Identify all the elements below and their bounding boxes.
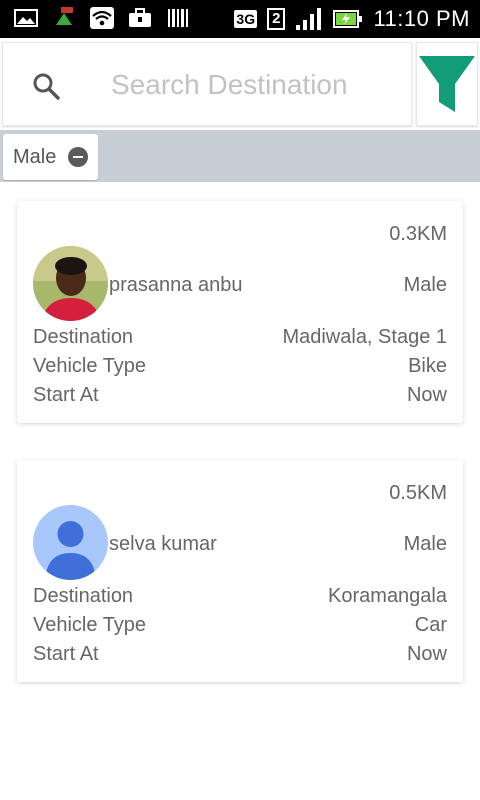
vehicle-type-row: Vehicle Type Bike (33, 355, 447, 381)
row-label: Start At (33, 643, 99, 665)
active-filters-bar: Male (0, 130, 480, 182)
start-at-row: Start At Now (33, 384, 447, 410)
row-label: Vehicle Type (33, 355, 147, 377)
sim-slot-badge: 2 (267, 8, 286, 30)
vehicle-type-row: Vehicle Type Car (33, 614, 447, 640)
filter-chip-label: Male (13, 145, 57, 168)
rider-gender: Male (403, 274, 447, 296)
gallery-icon (14, 9, 38, 27)
avatar (33, 246, 108, 321)
rider-card[interactable]: 0.3KM prasanna anbu Male Destination Mad… (17, 201, 463, 423)
battery-charging-icon (333, 10, 363, 28)
briefcase-icon (129, 8, 151, 27)
row-value: Now (406, 384, 447, 406)
distance-label: 0.5KM (389, 482, 447, 504)
network-type-badge: 3G (234, 10, 258, 28)
search-box[interactable] (2, 42, 412, 126)
start-at-row: Start At Now (33, 643, 447, 669)
barcode-icon (168, 9, 188, 27)
destination-row: Destination Madiwala, Stage 1 (33, 326, 447, 352)
row-value: Bike (408, 355, 447, 377)
filter-chip-male[interactable]: Male (3, 134, 99, 180)
rider-gender: Male (403, 533, 447, 555)
row-label: Destination (33, 326, 134, 348)
row-value: Car (414, 614, 447, 636)
rider-card[interactable]: 0.5KM selva kumar Male Destination Koram… (17, 460, 463, 682)
remove-filter-icon[interactable] (68, 147, 89, 167)
rider-name: selva kumar (109, 533, 217, 555)
row-label: Destination (33, 585, 134, 607)
rider-name: prasanna anbu (109, 274, 243, 296)
search-bar (0, 38, 480, 130)
row-label: Start At (33, 384, 99, 406)
distance-label: 0.3KM (389, 223, 447, 245)
destination-row: Destination Koramangala (33, 585, 447, 611)
search-input[interactable] (111, 67, 401, 103)
signal-icon (296, 8, 322, 30)
filter-icon (419, 56, 475, 112)
row-value: Madiwala, Stage 1 (282, 326, 447, 348)
row-label: Vehicle Type (33, 614, 147, 636)
avatar (33, 505, 108, 580)
row-value: Now (406, 643, 447, 665)
row-value: Koramangala (328, 585, 447, 607)
status-time: 11:10 PM (373, 6, 470, 31)
status-bar: 3G 2 11:10 PM (0, 0, 480, 38)
app-notification-icon (56, 7, 73, 25)
wifi-icon (90, 7, 114, 29)
filter-button[interactable] (416, 42, 478, 126)
search-icon (33, 73, 60, 100)
